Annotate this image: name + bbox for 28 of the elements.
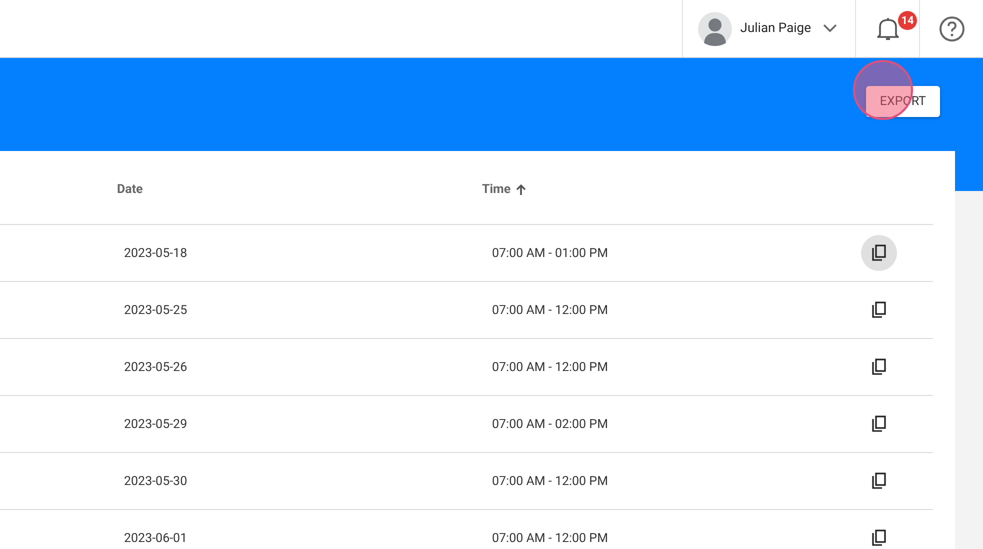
copy-icon bbox=[871, 472, 887, 490]
column-header[interactable]: Time bbox=[482, 182, 526, 197]
chevron-down-icon[interactable] bbox=[823, 24, 837, 33]
time-cell: 07:00 AM - 02:00 PM bbox=[492, 416, 608, 432]
time-cell: 07:00 AM - 12:00 PM bbox=[492, 530, 608, 546]
copy-icon bbox=[871, 415, 887, 433]
copy-icon bbox=[871, 244, 887, 262]
bell-icon[interactable] bbox=[876, 16, 900, 42]
user-name[interactable]: Julian Paige bbox=[740, 21, 811, 36]
date-cell: 2023-05-30 bbox=[124, 474, 188, 488]
sort-arrow-icon[interactable] bbox=[516, 184, 526, 196]
time-cell: 07:00 AM - 12:00 PM bbox=[492, 360, 608, 374]
time-cell: 07:00 AM - 12:00 PM bbox=[492, 302, 608, 318]
date-cell: 2023-05-18 bbox=[124, 246, 188, 260]
avatar-icon[interactable] bbox=[698, 12, 732, 46]
date-cell: 2023-05-26 bbox=[124, 360, 188, 374]
date-cell: 2023-05-29 bbox=[124, 416, 188, 432]
date-cell: 2023-05-25 bbox=[124, 302, 188, 318]
column-header[interactable]: Date bbox=[117, 182, 143, 197]
help-icon[interactable] bbox=[938, 16, 964, 42]
copy-icon bbox=[871, 358, 887, 376]
time-cell: 07:00 AM - 01:00 PM bbox=[492, 246, 608, 260]
date-cell: 2023-06-01 bbox=[124, 530, 188, 546]
copy-icon bbox=[871, 529, 887, 547]
notification-badge: 14 bbox=[898, 11, 917, 30]
time-cell: 07:00 AM - 12:00 PM bbox=[492, 474, 608, 488]
copy-button[interactable] bbox=[861, 235, 897, 271]
copy-icon bbox=[871, 301, 887, 319]
